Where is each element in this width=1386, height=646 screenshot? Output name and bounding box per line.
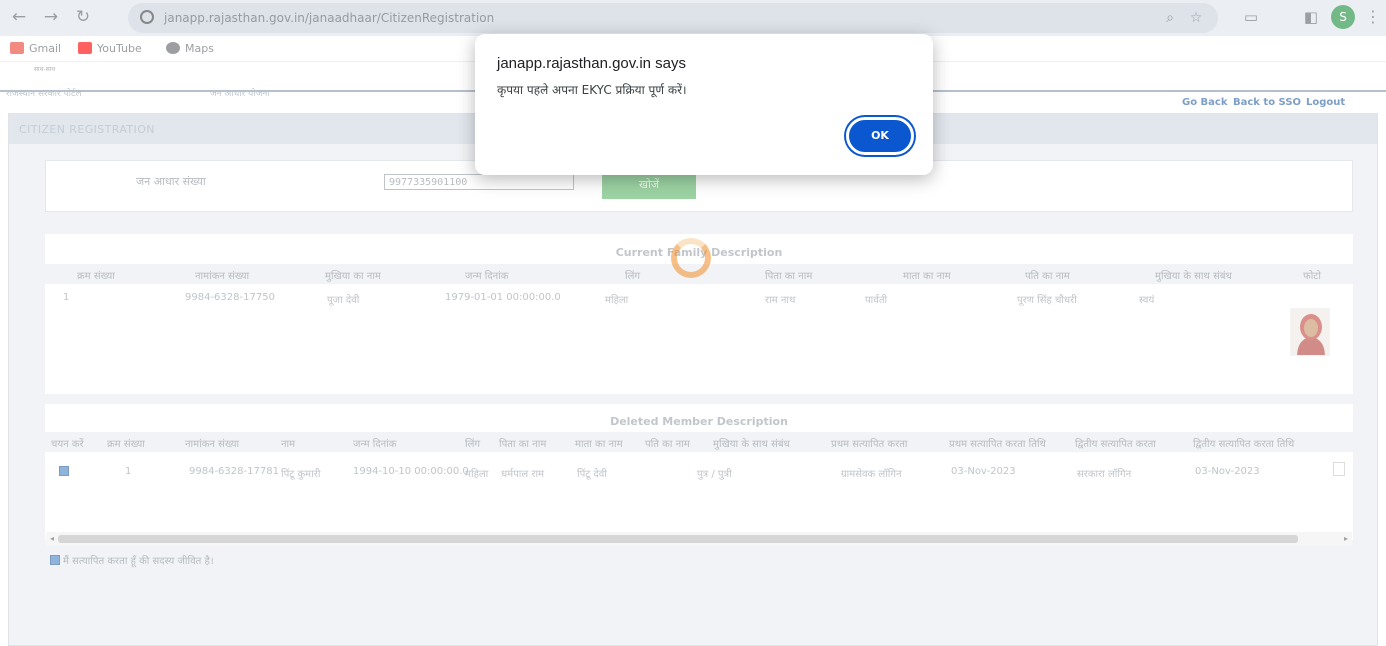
loading-spinner-icon	[671, 238, 711, 278]
dialog-title: janapp.rajasthan.gov.in says	[497, 55, 687, 72]
dialog-message: कृपया पहले अपना EKYC प्रक्रिया पूर्ण करे…	[497, 83, 687, 97]
alert-dialog: janapp.rajasthan.gov.in says कृपया पहले …	[475, 34, 933, 175]
ok-button[interactable]: OK	[846, 117, 914, 155]
